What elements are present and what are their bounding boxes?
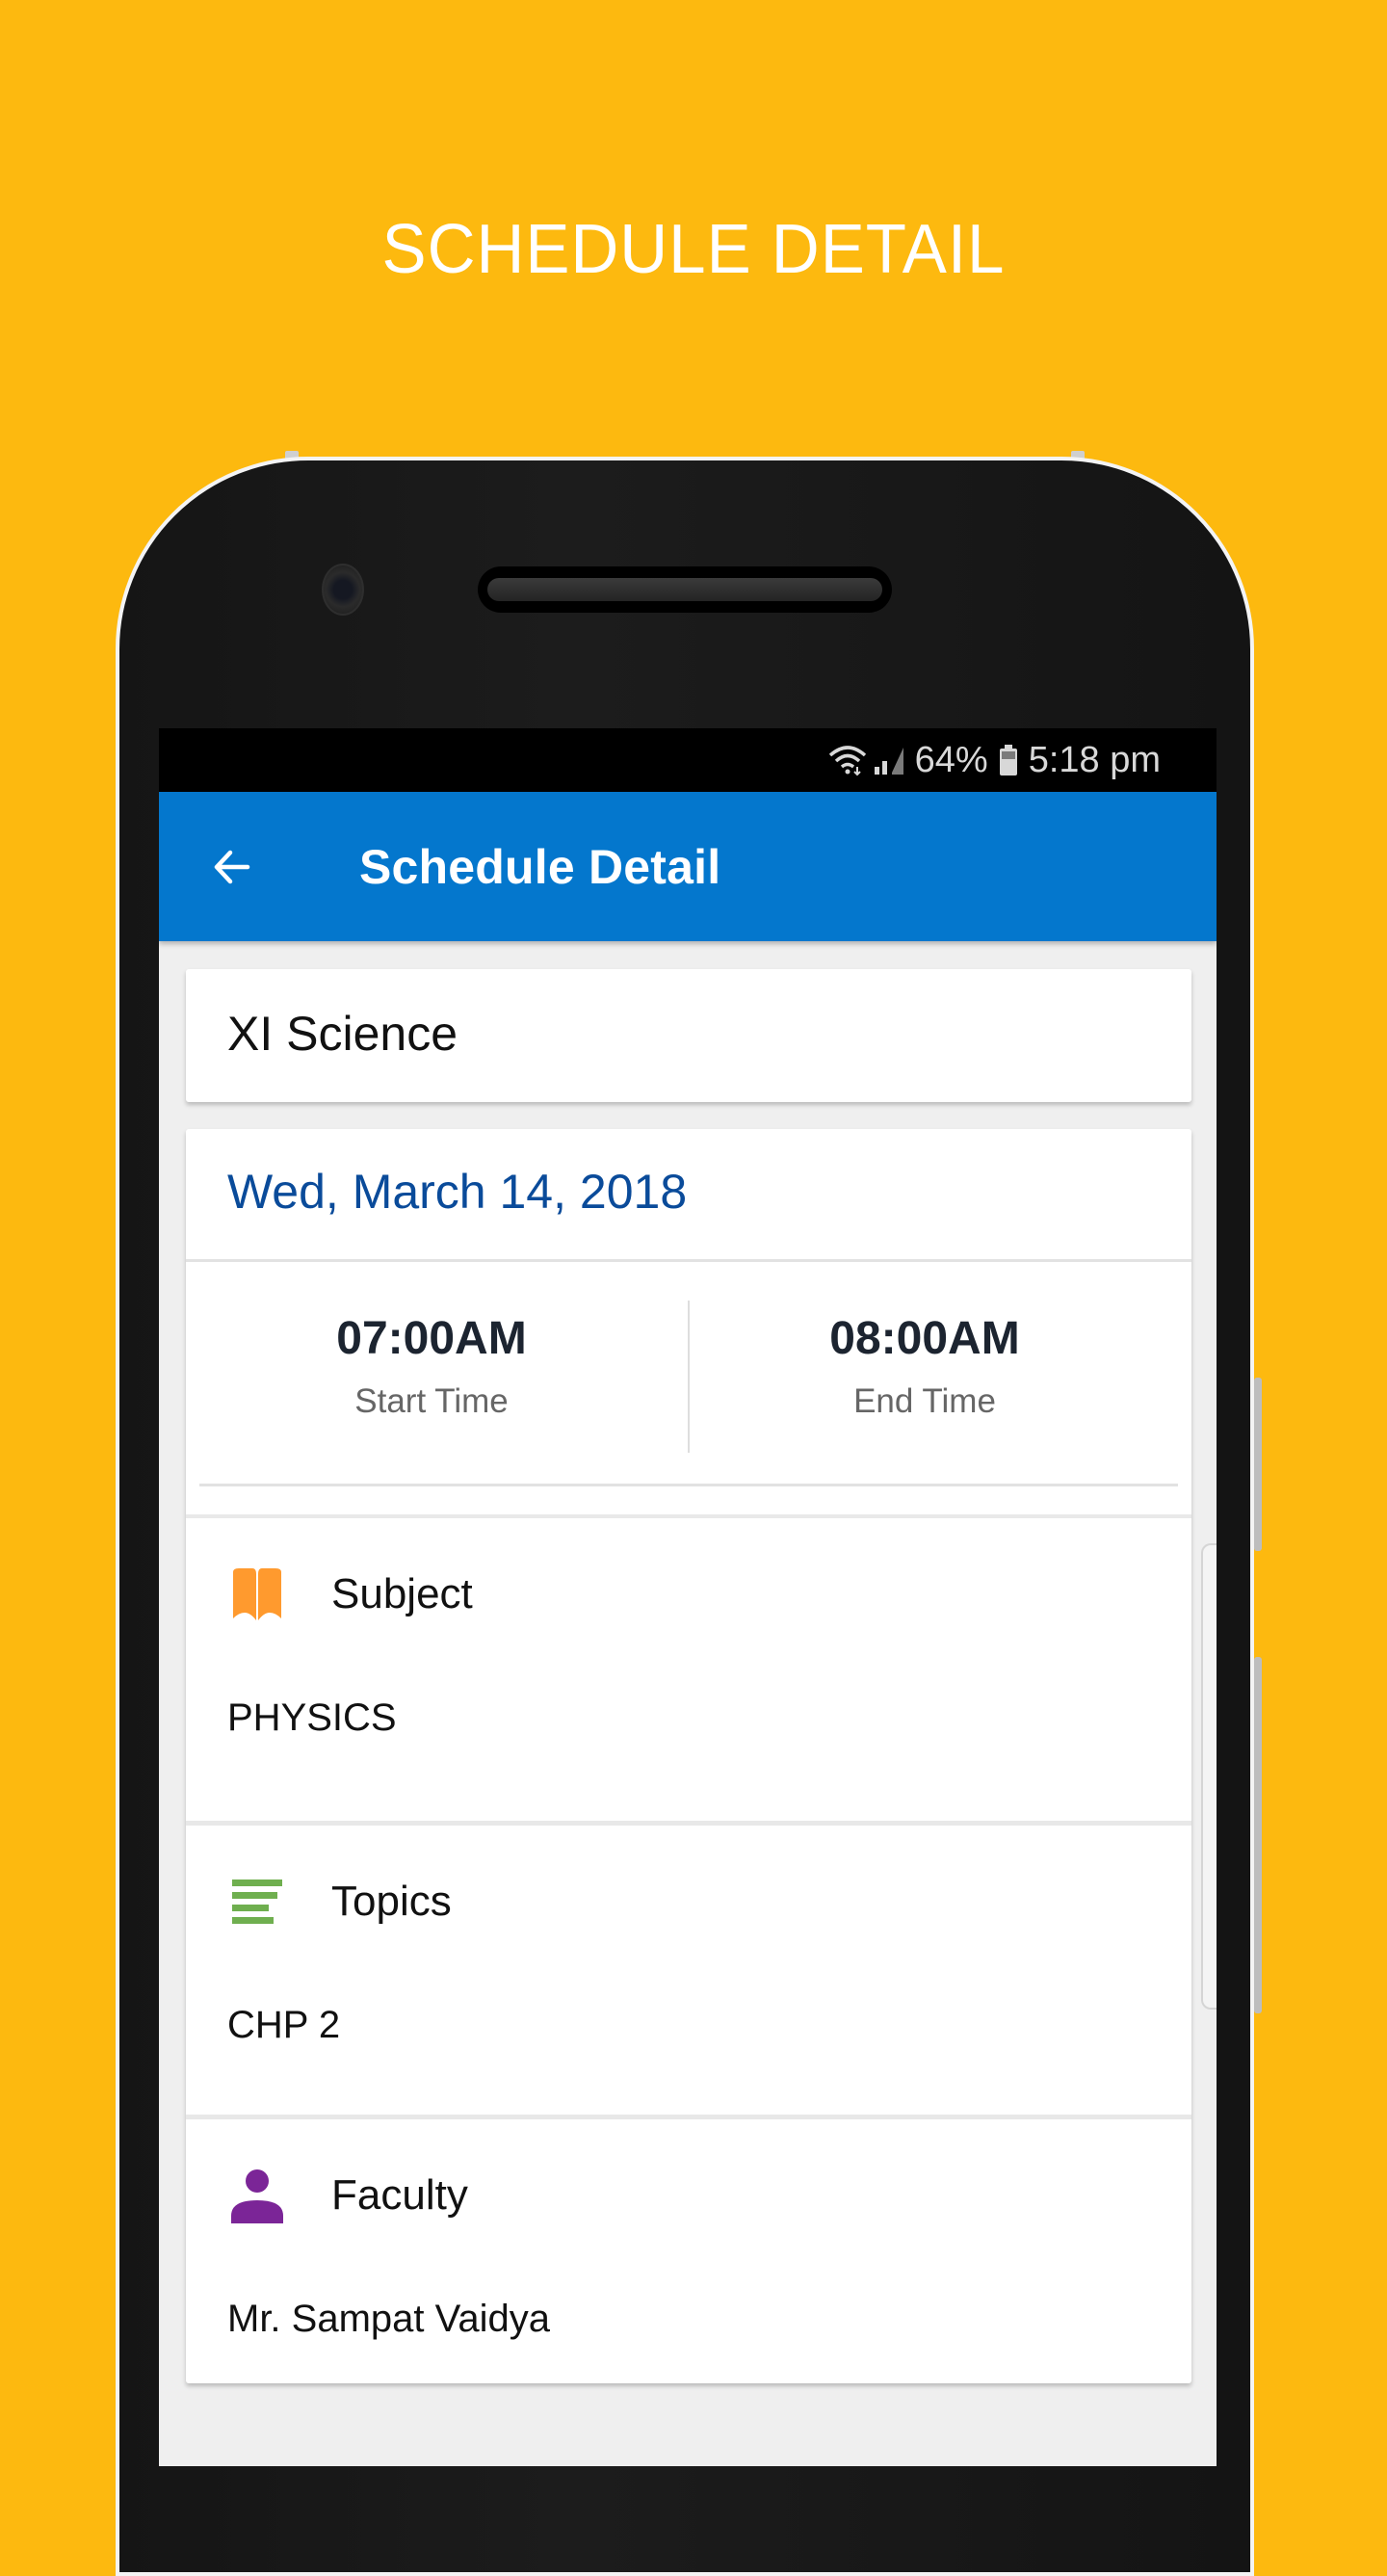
phone-power-button (1254, 1657, 1262, 2013)
class-name: XI Science (227, 1007, 458, 1061)
end-time-label: End Time (853, 1382, 996, 1420)
list-icon (227, 1872, 287, 1932)
start-time-block: 07:00AM Start Time (186, 1262, 677, 1421)
battery-percent: 64% (914, 739, 988, 780)
subject-label: Subject (331, 1570, 473, 1617)
app-bar: Schedule Detail (159, 792, 1217, 941)
status-bar: 64% 5:18 pm (159, 728, 1217, 792)
topics-label: Topics (331, 1878, 452, 1925)
back-button[interactable] (209, 844, 315, 890)
signal-icon (874, 748, 903, 775)
class-card: XI Science (186, 969, 1191, 1102)
schedule-date: Wed, March 14, 2018 (227, 1165, 688, 1219)
divider (199, 1484, 1178, 1486)
start-time-value: 07:00AM (336, 1313, 527, 1364)
subject-value: PHYSICS (227, 1696, 397, 1739)
wifi-icon (828, 746, 866, 776)
schedule-detail-card: Wed, March 14, 2018 07:00AM Start Time 0… (186, 1129, 1191, 2383)
phone-volume-button (1254, 1378, 1262, 1551)
time-row: 07:00AM Start Time 08:00AM End Time (186, 1262, 1191, 1486)
date-row: Wed, March 14, 2018 (186, 1129, 1191, 1262)
topics-value: CHP 2 (227, 2004, 341, 2046)
start-time-label: Start Time (354, 1382, 509, 1420)
topics-section: Topics CHP 2 (186, 1826, 1191, 2116)
phone-screen: 64% 5:18 pm Schedule Detail XI Science W… (159, 728, 1217, 2466)
page-title: Schedule Detail (359, 839, 721, 894)
faculty-label: Faculty (331, 2171, 468, 2219)
battery-icon (999, 745, 1017, 775)
promo-title: SCHEDULE DETAIL (381, 211, 1006, 288)
front-camera (322, 564, 364, 616)
status-time: 5:18 pm (1028, 739, 1161, 780)
person-icon (227, 2166, 287, 2225)
end-time-value: 08:00AM (829, 1313, 1020, 1364)
end-time-block: 08:00AM End Time (679, 1262, 1170, 1421)
earpiece-speaker (478, 566, 892, 613)
subject-section: Subject PHYSICS (186, 1518, 1191, 1809)
faculty-section: Faculty Mr. Sampat Vaidya (186, 2119, 1191, 2410)
edge-scroll-handle[interactable] (1201, 1543, 1217, 2010)
faculty-value: Mr. Sampat Vaidya (227, 2298, 550, 2340)
book-icon (227, 1564, 287, 1624)
arrow-left-icon (214, 850, 250, 883)
